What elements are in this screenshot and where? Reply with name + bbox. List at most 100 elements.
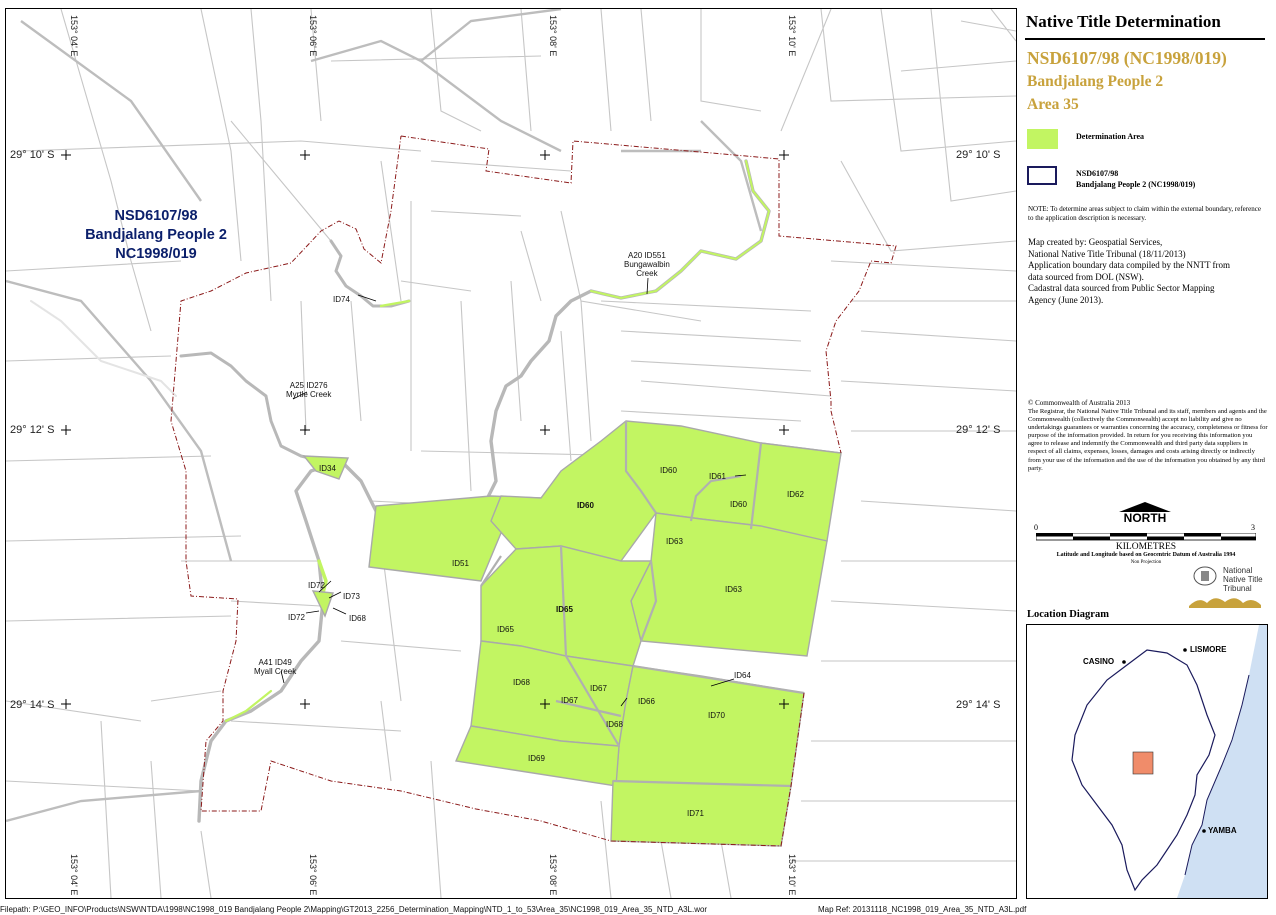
area-id65: ID65 [497,625,514,634]
lon-label-4-bottom: 153° 10' E [787,854,797,896]
myall-creek-label: A41 ID49 Myall Creek [254,658,296,676]
coat-of-arms-icon [1193,566,1217,586]
projection-note: Non Projection [1130,560,1162,565]
label-id72-top: ID72 [308,581,325,590]
area-id61: ID61 [709,472,726,481]
credit-line: Cadastral data sourced from Public Secto… [1028,283,1215,293]
scale-min: 0 [1034,523,1038,532]
datum-note: Latitude and Longitude based on Geocentr… [1056,552,1236,558]
lat-label-3-right: 29° 14' S [956,699,1001,711]
map-frame[interactable]: 29° 10' S 29° 10' S 29° 12' S 29° 12' S … [5,8,1017,899]
area-id68-lower: ID68 [606,720,623,729]
area-id66: ID66 [638,697,655,706]
lat-label-2-right: 29° 12' S [956,424,1001,436]
area-id60-right: ID60 [730,500,747,509]
map-canvas[interactable] [6,9,1016,898]
town-lismore: LISMORE [1190,645,1227,654]
panel-title: Native Title Determination [1026,12,1221,31]
area-number: Area 35 [1027,96,1079,113]
creek-label-line: Myall Creek [254,667,297,676]
legend-label-boundary: NSD6107/98 Bandjalang People 2 (NC1998/0… [1076,168,1195,190]
lon-label-3-bottom: 153° 08' E [548,854,558,896]
area-id65-bold: ID65 [556,605,573,614]
claim-title: NSD6107/98 Bandjalang People 2 NC1998/01… [66,207,246,264]
note-text: NOTE: To determine areas subject to clai… [1028,205,1261,222]
area-id60-bold: ID60 [577,501,594,510]
lon-label-2-bottom: 153° 06' E [308,854,318,896]
parcel-id70 [615,665,805,787]
creek-label-line: A41 ID49 [258,658,292,667]
north-label: NORTH [1123,511,1167,525]
tribunal-line: National [1223,566,1253,575]
copyright: © Commonwealth of Australia 2013 [1028,399,1131,407]
lat-label-2: 29° 12' S [10,424,55,436]
lismore-marker-icon [1183,648,1187,652]
credit-line: National Native Title Tribunal (18/11/20… [1028,248,1186,259]
area-id71: ID71 [687,809,704,818]
area-id63-top: ID63 [666,537,683,546]
yamba-marker-icon [1202,829,1206,833]
tribunal-wave-logo-icon [1189,598,1261,608]
legend-boundary-line-2: Bandjalang People 2 (NC1998/019) [1076,180,1196,189]
legend-boundary-line-1: NSD6107/98 [1076,169,1119,178]
footer-filepath: Filepath: P:\GEO_INFO\Products\NSW\NTDA\… [0,905,708,914]
legend-swatch-boundary [1027,166,1057,185]
lat-label-1: 29° 10' S [10,149,55,161]
area-id51: ID51 [452,559,469,568]
credit-line: Agency (June 2013). [1028,294,1104,305]
footer-map-ref: Map Ref: 20131118_NC1998_019_Area_35_NTD… [818,905,1027,914]
location-diagram: CASINO LISMORE YAMBA [1026,624,1268,899]
credits: Map created by: Geospatial Services, Nat… [1028,237,1268,306]
area-id64: ID64 [734,671,751,680]
scale-max: 3 [1251,523,1255,532]
label-id68-small: ID68 [349,614,366,623]
creek-label-line: Creek [636,269,658,278]
location-diagram-title: Location Diagram [1027,609,1109,620]
area-id69: ID69 [528,754,545,763]
creek-label-line: Bungawalbin [624,260,670,269]
credit-line: Application boundary data compiled by th… [1028,260,1231,270]
disclaimer: The Registrar, the National Native Title… [1028,408,1268,472]
area-id67-left: ID67 [561,696,578,705]
area-id60-top: ID60 [660,466,677,475]
label-id72-left: ID72 [288,613,305,622]
label-id74: ID74 [333,295,350,304]
lon-label-1-bottom: 153° 04' E [69,854,79,896]
determination-areas [302,420,842,847]
claim-name: Bandjalang People 2 [1027,73,1164,90]
town-casino: CASINO [1083,657,1115,666]
credit-line: data sourced from DOL (NSW). [1028,271,1144,282]
lon-label-3-top: 153° 08' E [548,15,558,57]
lat-label-1-right: 29° 10' S [956,149,1001,161]
legend-label-determination: Determination Area [1076,132,1145,141]
creek-label-line: A20 ID551 [628,251,666,260]
casino-marker-icon [1122,660,1126,664]
area-id68: ID68 [513,678,530,687]
claim-title-line-1: NSD6107/98 [114,208,198,224]
area-id62: ID62 [787,490,804,499]
area-id34: ID34 [319,464,336,473]
creek-label-line: Myrtle Creek [286,390,332,399]
scale-unit: KILOMETRES [1115,542,1177,552]
tribunal-line: Tribunal [1223,584,1252,593]
bungawalbin-creek-label: A20 ID551 Bungawalbin Creek [624,251,670,278]
lon-label-2-top: 153° 06' E [308,15,318,57]
area-35-highlight [1132,751,1154,775]
ocean [1177,625,1267,898]
parcel-id72-73 [311,590,334,618]
label-id73: ID73 [343,592,360,601]
area-id70: ID70 [708,711,725,720]
area-id63-main: ID63 [725,585,742,594]
legend-swatch-determination [1027,129,1058,149]
myrtle-creek-label: A25 ID276 Myrtle Creek [286,381,331,399]
lon-label-1-top: 153° 04' E [69,15,79,57]
credit-line: Map created by: Geospatial Services, [1028,237,1163,247]
area-id67: ID67 [590,684,607,693]
title-rule [1025,38,1265,40]
tribunal-logo-text: National Native Title Tribunal [1223,566,1263,593]
town-yamba: YAMBA [1208,826,1237,835]
tribunal-line: Native Title [1223,575,1263,584]
claim-title-line-3: NC1998/019 [115,246,197,262]
creek-label-line: A25 ID276 [289,381,328,390]
location-map-canvas [1071,625,1267,898]
